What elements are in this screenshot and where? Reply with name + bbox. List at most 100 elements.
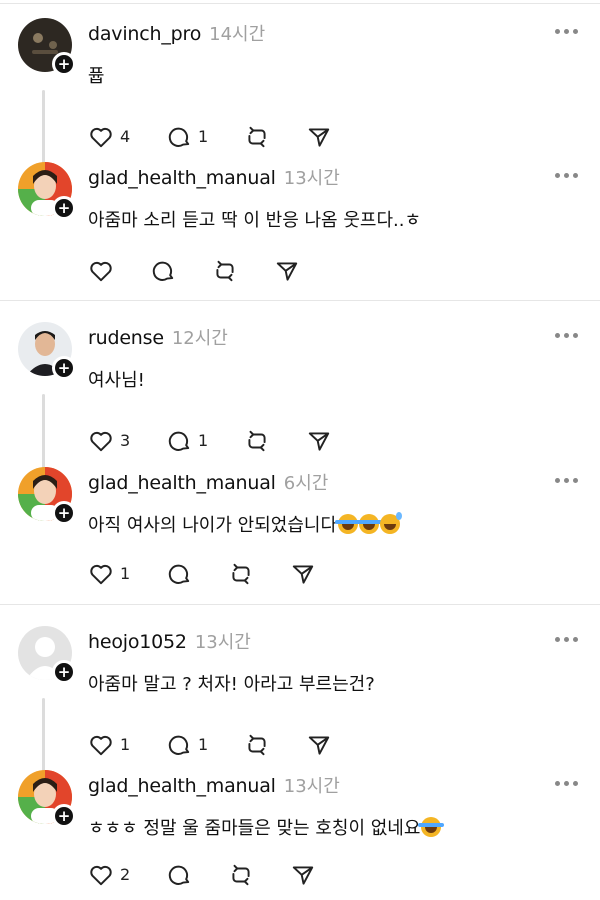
repost-icon bbox=[248, 126, 266, 148]
like-button[interactable]: 1 bbox=[88, 559, 138, 589]
username[interactable]: rudense bbox=[88, 327, 164, 349]
share-button[interactable] bbox=[290, 860, 322, 890]
follow-plus-icon[interactable]: + bbox=[52, 52, 76, 76]
thread-line bbox=[42, 394, 45, 470]
repost-button[interactable] bbox=[244, 122, 276, 152]
comment-icon bbox=[152, 261, 174, 281]
action-bar bbox=[88, 256, 488, 286]
reply-count: 1 bbox=[198, 127, 209, 146]
repost-button[interactable] bbox=[228, 860, 260, 890]
send-icon bbox=[308, 128, 330, 147]
reply-button[interactable] bbox=[166, 860, 198, 890]
more-icon[interactable] bbox=[555, 26, 579, 36]
more-icon[interactable] bbox=[555, 475, 579, 485]
share-button[interactable] bbox=[306, 426, 338, 456]
action-bar: 1 bbox=[88, 559, 488, 589]
send-icon bbox=[292, 866, 314, 885]
comment-icon bbox=[168, 735, 190, 755]
post-header: rudense 12시간 bbox=[88, 324, 228, 352]
repost-button[interactable] bbox=[244, 426, 276, 456]
like-count: 2 bbox=[120, 865, 131, 884]
thread-divider bbox=[0, 3, 600, 4]
rolling-on-the-floor-laughing-icon bbox=[418, 817, 445, 837]
action-bar: 4 1 bbox=[88, 122, 488, 152]
reply-button[interactable] bbox=[166, 559, 198, 589]
reply-count: 1 bbox=[198, 735, 209, 754]
post-header: davinch_pro 14시간 bbox=[88, 20, 265, 48]
thread-line bbox=[42, 90, 45, 166]
username[interactable]: glad_health_manual bbox=[88, 472, 276, 494]
post-text: 아줌마 말고 ? 처자! 아라고 부르는건? bbox=[88, 674, 375, 695]
reply-button[interactable] bbox=[150, 256, 182, 286]
reply-button[interactable]: 1 bbox=[166, 122, 226, 152]
more-icon[interactable] bbox=[555, 634, 579, 644]
username[interactable]: glad_health_manual bbox=[88, 775, 276, 797]
post-heojo1052: + heojo1052 13시간 아줌마 말고 ? 처자! 아라고 부르는건? 1… bbox=[0, 626, 600, 774]
like-button[interactable]: 1 bbox=[88, 730, 148, 760]
follow-plus-icon[interactable]: + bbox=[52, 196, 76, 220]
more-icon[interactable] bbox=[555, 330, 579, 340]
post-text: 여사님! bbox=[88, 370, 145, 391]
send-icon bbox=[308, 736, 330, 755]
send-icon bbox=[276, 262, 298, 281]
like-button[interactable]: 4 bbox=[88, 122, 148, 152]
reply-button[interactable]: 1 bbox=[166, 426, 226, 456]
follow-plus-icon[interactable]: + bbox=[52, 804, 76, 828]
heart-icon bbox=[90, 431, 112, 452]
timestamp: 12시간 bbox=[171, 328, 228, 349]
like-button[interactable]: 2 bbox=[88, 860, 138, 890]
post-header: heojo1052 13시간 bbox=[88, 628, 251, 656]
like-count: 4 bbox=[120, 127, 131, 146]
follow-plus-icon[interactable]: + bbox=[52, 660, 76, 684]
share-button[interactable] bbox=[306, 122, 338, 152]
timestamp: 14시간 bbox=[209, 24, 266, 45]
timestamp: 13시간 bbox=[283, 776, 340, 797]
repost-button[interactable] bbox=[212, 256, 244, 286]
comment-icon bbox=[168, 431, 190, 451]
more-icon[interactable] bbox=[555, 778, 579, 788]
avatar[interactable]: + bbox=[18, 322, 76, 380]
repost-button[interactable] bbox=[244, 730, 276, 760]
avatar[interactable]: + bbox=[18, 162, 76, 220]
comment-icon bbox=[168, 865, 190, 885]
post-glad-health-manual: + glad_health_manual 13시간 ㅎㅎㅎ 정말 울 줌마들은 맞… bbox=[0, 770, 600, 900]
like-count: 1 bbox=[120, 735, 131, 754]
heart-icon bbox=[90, 127, 112, 148]
username[interactable]: glad_health_manual bbox=[88, 167, 276, 189]
follow-plus-icon[interactable]: + bbox=[52, 501, 76, 525]
post-text-row: 아직 여사의 나이가 안되었습니다 bbox=[88, 511, 403, 537]
avatar[interactable]: + bbox=[18, 770, 76, 828]
share-button[interactable] bbox=[290, 559, 322, 589]
heart-icon bbox=[90, 735, 112, 756]
follow-plus-icon[interactable]: + bbox=[52, 356, 76, 380]
username[interactable]: davinch_pro bbox=[88, 23, 201, 45]
reply-button[interactable]: 1 bbox=[166, 730, 226, 760]
send-icon bbox=[292, 565, 314, 584]
username[interactable]: heojo1052 bbox=[88, 631, 187, 653]
avatar[interactable]: + bbox=[18, 467, 76, 525]
avatar[interactable]: + bbox=[18, 18, 76, 76]
like-button[interactable]: 3 bbox=[88, 426, 148, 456]
face-with-tears-of-joy-icon bbox=[356, 514, 383, 534]
more-icon[interactable] bbox=[555, 170, 579, 180]
post-davinch-pro: + davinch_pro 14시간 퓹 4 1 bbox=[0, 18, 600, 166]
share-button[interactable] bbox=[274, 256, 306, 286]
like-button[interactable] bbox=[88, 256, 120, 286]
send-icon bbox=[308, 432, 330, 451]
post-text-row: ㅎㅎㅎ 정말 울 줌마들은 맞는 호칭이 없네요 bbox=[88, 814, 445, 840]
repost-icon bbox=[232, 563, 250, 585]
repost-button[interactable] bbox=[228, 559, 260, 589]
thread-divider bbox=[0, 300, 600, 301]
action-bar: 3 1 bbox=[88, 426, 488, 456]
post-header: glad_health_manual 13시간 bbox=[88, 164, 340, 192]
avatar[interactable]: + bbox=[18, 626, 76, 684]
post-text: 퓹 bbox=[88, 66, 105, 87]
heart-icon bbox=[90, 261, 112, 282]
repost-icon bbox=[248, 430, 266, 452]
thread-line bbox=[42, 698, 45, 774]
heart-icon bbox=[90, 865, 112, 886]
action-bar: 1 1 bbox=[88, 730, 488, 760]
post-text: 아줌마 소리 듣고 딱 이 반응 나옴 웃프다..ㅎ bbox=[88, 210, 422, 231]
comment-icon bbox=[168, 127, 190, 147]
share-button[interactable] bbox=[306, 730, 338, 760]
